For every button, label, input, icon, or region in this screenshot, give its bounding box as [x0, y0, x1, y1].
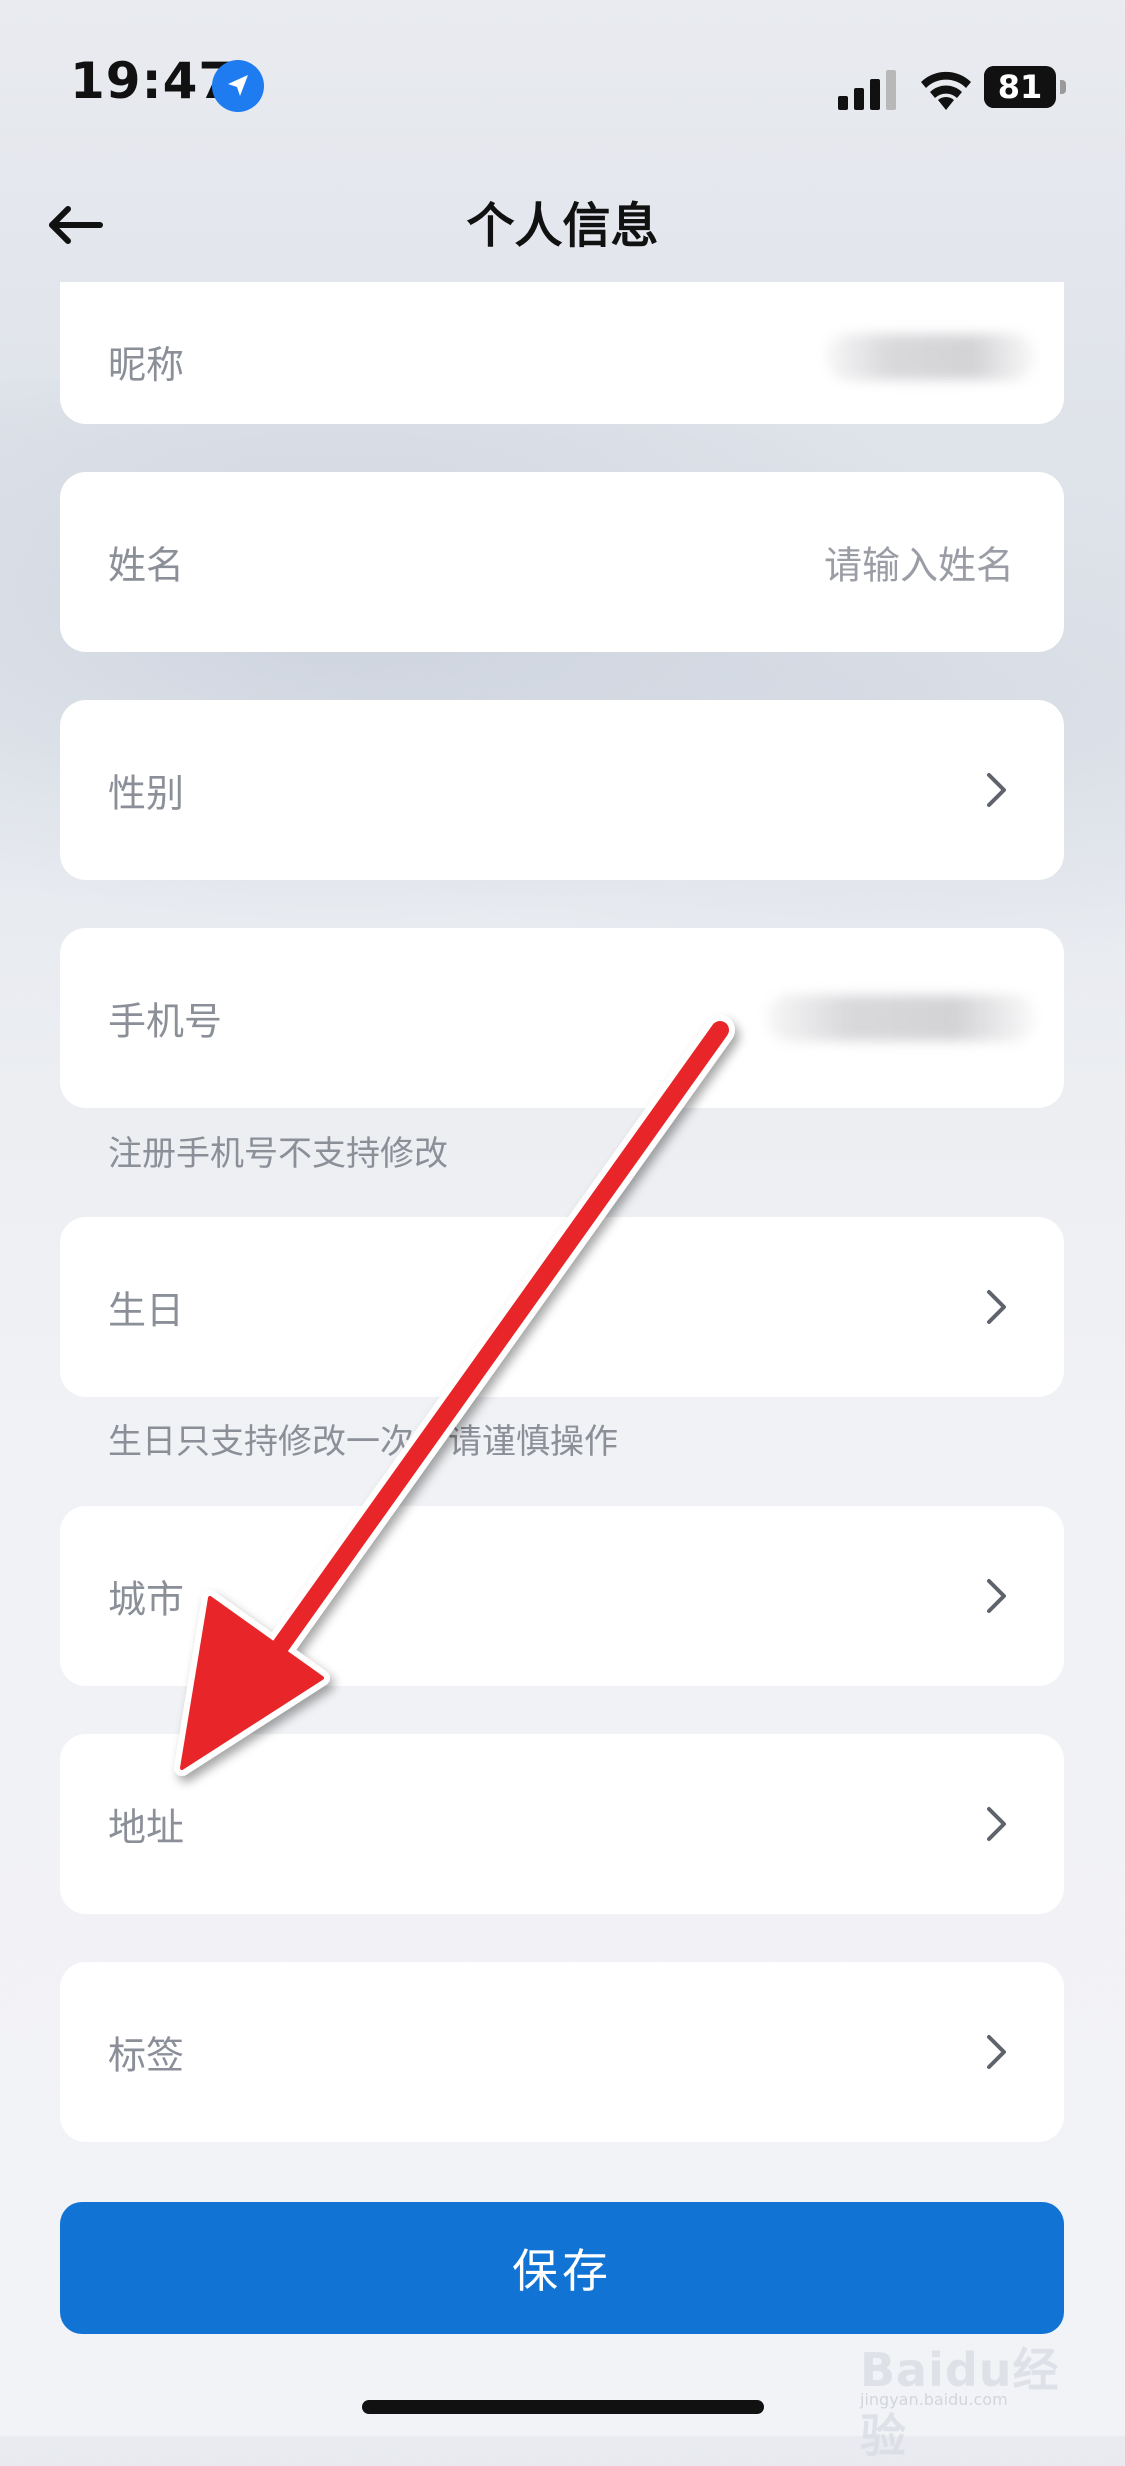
address-label: 地址	[108, 1805, 185, 1850]
nickname-row[interactable]: 昵称	[60, 282, 1064, 424]
battery-icon: 81	[984, 66, 1066, 110]
background-blur	[0, 380, 1125, 980]
location-arrow-icon	[212, 60, 264, 112]
address-row[interactable]: 地址	[60, 1734, 1064, 1914]
save-button-label: 保存	[512, 2244, 612, 2298]
save-button[interactable]: 保存	[60, 2202, 1064, 2334]
city-label: 城市	[108, 1577, 185, 1622]
birthday-row[interactable]: 生日	[60, 1217, 1064, 1397]
chevron-right-icon	[987, 1290, 1006, 1324]
baidu-watermark: Baidu经验 jingyan.baidu.com	[860, 2320, 1100, 2463]
name-row[interactable]: 姓名 请输入姓名	[60, 472, 1064, 652]
city-row[interactable]: 城市	[60, 1506, 1064, 1686]
phone-row: 手机号	[60, 928, 1064, 1108]
cellular-signal-icon	[838, 70, 896, 110]
status-time: 19:47	[70, 52, 235, 110]
tags-label: 标签	[108, 2033, 185, 2078]
status-bar: 19:47 81	[0, 0, 1125, 170]
chevron-right-icon	[987, 1807, 1006, 1841]
battery-level-text: 81	[997, 68, 1043, 106]
nickname-value-blurred	[826, 334, 1036, 380]
birthday-hint: 生日只支持修改一次，请谨慎操作	[108, 1422, 618, 1462]
gender-row[interactable]: 性别	[60, 700, 1064, 880]
phone-value-blurred	[766, 995, 1036, 1041]
navigation-bar: 个人信息	[0, 170, 1125, 290]
wifi-icon	[921, 71, 971, 110]
gender-label: 性别	[108, 771, 185, 816]
chevron-right-icon	[987, 1579, 1006, 1613]
watermark-url: jingyan.baidu.com	[860, 2390, 1008, 2409]
phone-label: 手机号	[108, 999, 223, 1044]
name-label: 姓名	[108, 543, 185, 588]
nickname-label: 昵称	[108, 343, 185, 387]
name-input[interactable]: 请输入姓名	[824, 535, 1014, 590]
chevron-right-icon	[987, 2035, 1006, 2069]
chevron-right-icon	[987, 773, 1006, 807]
home-indicator[interactable]	[362, 2400, 764, 2414]
phone-hint: 注册手机号不支持修改	[108, 1134, 448, 1174]
birthday-label: 生日	[108, 1288, 185, 1333]
page-title: 个人信息	[466, 198, 659, 254]
tags-row[interactable]: 标签	[60, 1962, 1064, 2142]
